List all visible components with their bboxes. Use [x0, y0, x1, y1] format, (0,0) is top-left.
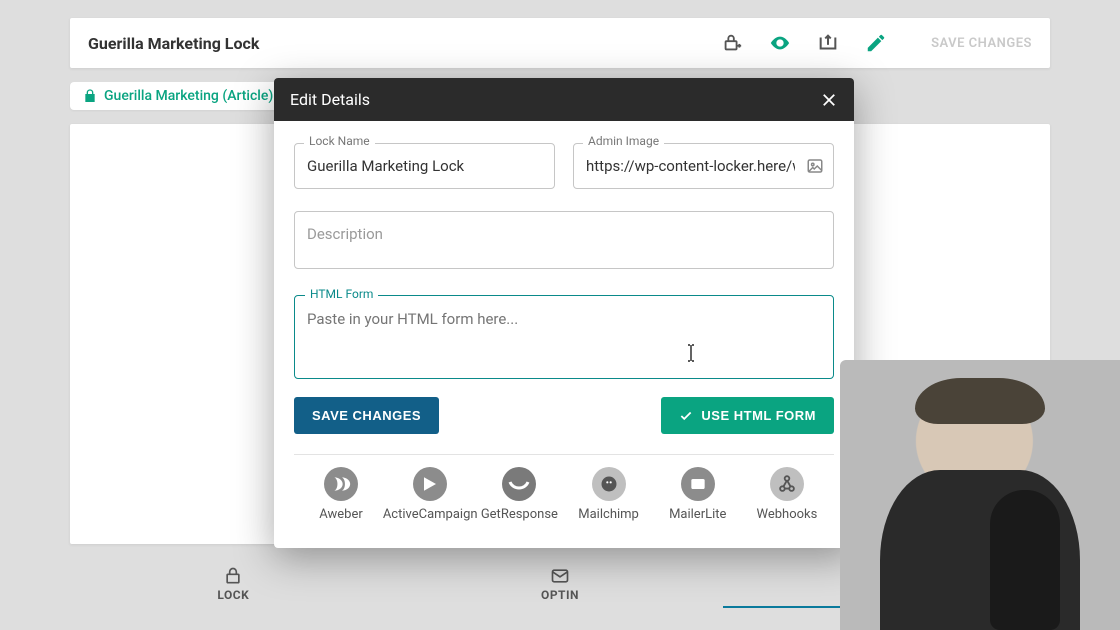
lock-name-input[interactable]: [294, 143, 555, 189]
tab-lock[interactable]: LOCK: [70, 562, 397, 608]
activecampaign-icon: [413, 467, 447, 501]
admin-image-label: Admin Image: [583, 134, 664, 148]
provider-aweber[interactable]: Aweber: [298, 467, 384, 522]
lock-icon: [82, 88, 98, 104]
webhooks-icon: [770, 467, 804, 501]
close-icon[interactable]: [820, 91, 838, 109]
microphone: [990, 490, 1060, 630]
tab-optin[interactable]: OPTIN: [397, 562, 724, 608]
description-input[interactable]: [294, 211, 834, 269]
save-changes-label: SAVE CHANGES: [312, 408, 421, 423]
tab-optin-label: OPTIN: [541, 588, 579, 602]
use-html-form-label: USE HTML FORM: [701, 408, 816, 423]
edit-details-modal: Edit Details Lock Name Admin Image HTML …: [274, 78, 854, 548]
provider-label: MailerLite: [669, 507, 726, 522]
open-new-icon[interactable]: [817, 32, 839, 54]
edit-icon[interactable]: [865, 32, 887, 54]
provider-label: ActiveCampaign: [383, 507, 478, 522]
description-field: [294, 211, 834, 273]
lock-name-field: Lock Name: [294, 143, 555, 189]
provider-row: Aweber ActiveCampaign GetResponse Mailch…: [294, 467, 834, 532]
provider-webhooks[interactable]: Webhooks: [744, 467, 830, 522]
provider-label: Webhooks: [757, 507, 818, 522]
save-changes-disabled: SAVE CHANGES: [931, 36, 1032, 51]
save-changes-button[interactable]: SAVE CHANGES: [294, 397, 439, 434]
tab-lock-label: LOCK: [217, 588, 249, 602]
eye-icon[interactable]: [769, 32, 791, 54]
provider-label: Aweber: [319, 507, 363, 522]
provider-label: GetResponse: [481, 507, 558, 522]
provider-label: Mailchimp: [578, 507, 639, 522]
use-html-form-button[interactable]: USE HTML FORM: [661, 397, 834, 434]
mailerlite-icon: [681, 467, 715, 501]
provider-mailerlite[interactable]: MailerLite: [655, 467, 741, 522]
page-header: Guerilla Marketing Lock SAVE CHANGES: [70, 18, 1050, 68]
admin-image-input[interactable]: [573, 143, 834, 189]
image-icon[interactable]: [806, 157, 824, 175]
html-form-input[interactable]: [295, 296, 833, 378]
mailchimp-icon: [592, 467, 626, 501]
html-form-field: HTML Form: [294, 295, 834, 379]
lock-add-icon[interactable]: [721, 32, 743, 54]
provider-activecampaign[interactable]: ActiveCampaign: [387, 467, 473, 522]
lock-name-label: Lock Name: [304, 134, 375, 148]
check-icon: [679, 409, 693, 423]
aweber-icon: [324, 467, 358, 501]
chip-label: Guerilla Marketing (Article): [104, 88, 273, 104]
provider-mailchimp[interactable]: Mailchimp: [566, 467, 652, 522]
getresponse-icon: [502, 467, 536, 501]
admin-image-field: Admin Image: [573, 143, 834, 189]
modal-title: Edit Details: [290, 90, 370, 109]
html-form-label: HTML Form: [305, 287, 378, 301]
article-chip[interactable]: Guerilla Marketing (Article): [70, 82, 285, 110]
presenter-webcam: [840, 360, 1120, 630]
page-title: Guerilla Marketing Lock: [88, 34, 721, 53]
modal-header: Edit Details: [274, 78, 854, 121]
provider-getresponse[interactable]: GetResponse: [476, 467, 562, 522]
